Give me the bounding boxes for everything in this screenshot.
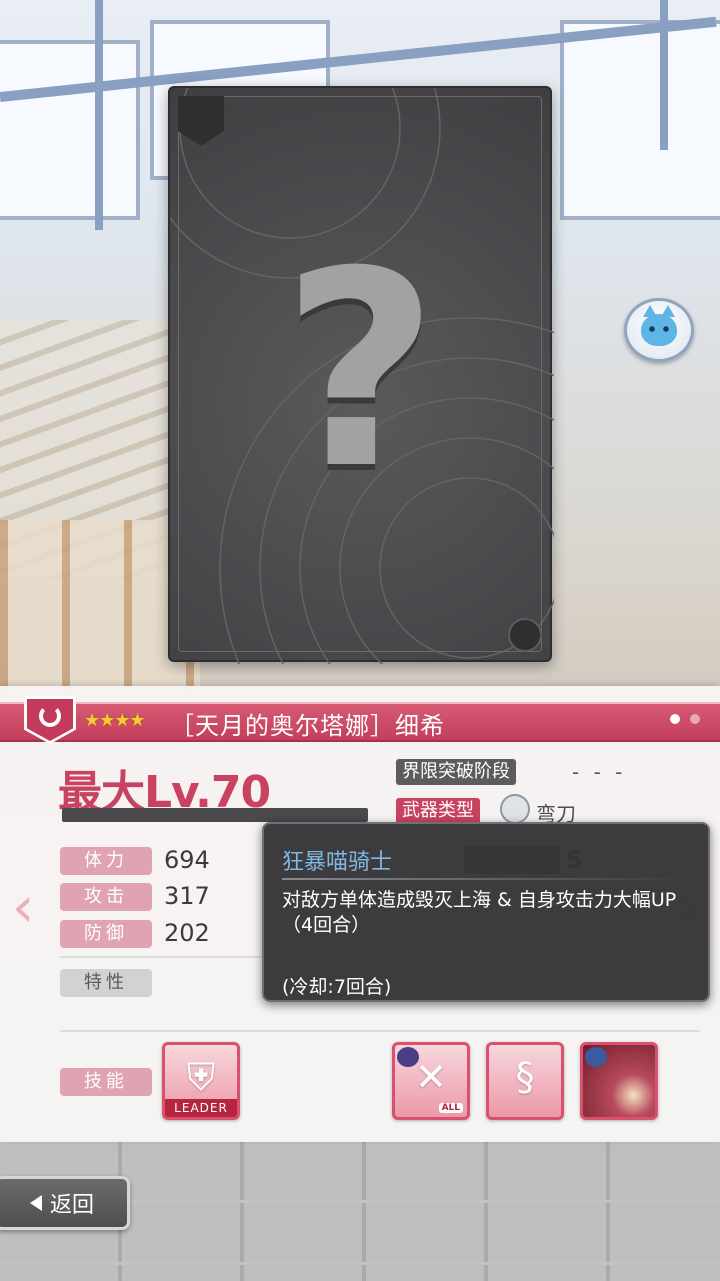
pager-dot[interactable]: [690, 714, 700, 724]
skill-button-1[interactable]: ✕ ALL: [392, 1042, 470, 1120]
stat-value-defense: 202: [164, 919, 210, 947]
stat-label-defense: 防御: [60, 920, 152, 948]
rarity-stars: ★★★★: [84, 710, 146, 731]
tooltip-description: 对敌方单体造成毁灭上海 & 自身攻击力大幅UP（4回合）: [282, 889, 677, 936]
leader-badge: LEADER: [165, 1099, 237, 1117]
all-badge: ALL: [438, 1103, 463, 1113]
stat-label-attack: 攻击: [60, 883, 152, 911]
level-bar: [62, 808, 368, 822]
mystery-card[interactable]: ?: [168, 86, 554, 664]
card-name: ［天月的奥尔塔娜］细希: [170, 712, 445, 740]
weapon-type-label: 武器类型: [396, 798, 480, 824]
stat-label-hp: 体力: [60, 847, 152, 875]
limit-break-label: 界限突破阶段: [396, 759, 516, 785]
tooltip-cooldown: (冷却:7回合): [282, 976, 392, 998]
tooltip-divider: [282, 878, 690, 880]
skill-tooltip: 狂暴喵骑士 对敌方单体造成毁灭上海 & 自身攻击力大幅UP（4回合） (冷却:7…: [262, 822, 710, 1002]
cat-mascot-icon: [641, 305, 677, 346]
divider: [60, 1030, 700, 1032]
limit-break-value: - - -: [572, 760, 627, 784]
slash-icon: ✕: [415, 1055, 447, 1099]
back-arrow-icon: [29, 1195, 42, 1211]
scimitar-icon: [500, 794, 530, 824]
mascot-button[interactable]: [624, 298, 694, 362]
skill-button-2[interactable]: §: [486, 1042, 564, 1120]
shield-sword-icon: ⛨: [186, 1055, 216, 1099]
prev-arrow-icon[interactable]: ‹: [12, 880, 34, 936]
stat-value-hp: 694: [164, 846, 210, 874]
sword-icon: [585, 1047, 607, 1067]
back-label: 返回: [49, 1193, 94, 1218]
question-mark-icon: ?: [281, 213, 439, 528]
pager-dot-active[interactable]: [670, 714, 680, 724]
swirl-icon: §: [515, 1055, 535, 1099]
tooltip-title: 狂暴喵骑士: [282, 850, 393, 875]
skill-label: 技能: [60, 1068, 152, 1096]
leader-skill-button[interactable]: ⛨ LEADER: [162, 1042, 240, 1120]
trait-label: 特性: [60, 969, 152, 997]
skill-button-3[interactable]: [580, 1042, 658, 1120]
stat-value-attack: 317: [164, 882, 210, 910]
back-button[interactable]: 返回: [0, 1176, 130, 1230]
card-corner-dot: [508, 618, 542, 652]
